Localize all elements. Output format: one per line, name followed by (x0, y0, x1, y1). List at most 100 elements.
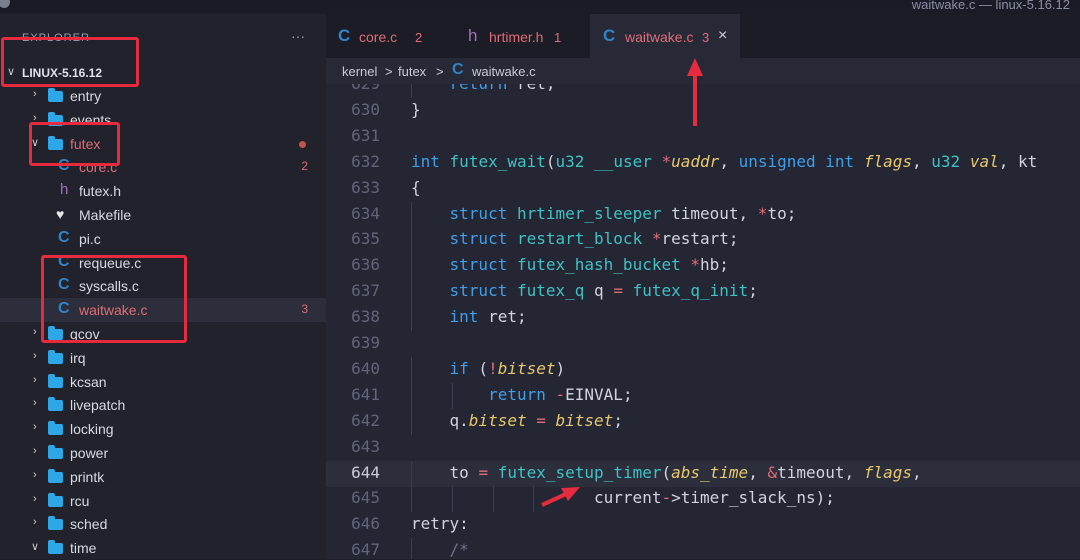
code-line[interactable]: 639 (326, 331, 1080, 357)
tree-item-label: pi.c (79, 230, 101, 247)
code-text: retry: (411, 514, 469, 534)
chevron-right-icon: › (33, 397, 37, 410)
chevron-right-icon: › (33, 349, 37, 362)
chevron-right-icon: > (436, 64, 444, 79)
line-number: 630 (351, 99, 380, 119)
tab-label: core.c (359, 29, 398, 45)
folder-icon (48, 492, 63, 507)
breadcrumb: kernel > futex > C waitwake.c (326, 58, 1080, 84)
tree-item-entry[interactable]: › entry (0, 84, 326, 108)
code-text: } (411, 99, 421, 119)
tree-item-rcu[interactable]: › rcu (0, 489, 326, 513)
code-line[interactable]: 638 int ret; (326, 305, 1080, 332)
tree-item-kcsan[interactable]: › kcsan (0, 370, 326, 394)
line-number: 635 (351, 229, 380, 249)
breadcrumb-futex[interactable]: futex (398, 64, 426, 79)
folder-icon (48, 516, 63, 531)
folder-icon (48, 445, 63, 459)
code-line[interactable]: 630} (326, 98, 1080, 124)
tree-item-locking[interactable]: › locking (0, 417, 326, 441)
tab-waitwake-c[interactable]: C waitwake.c 3 × (590, 14, 740, 58)
chevron-right-icon: › (33, 468, 37, 481)
code-line[interactable]: 629 return ret; (326, 84, 1080, 98)
code-line[interactable]: 640 if (!bitset) (326, 356, 1080, 383)
tree-item-Makefile[interactable]: ♥ Makefile (0, 203, 326, 227)
chevron-right-icon: > (385, 64, 393, 79)
breadcrumb-waitwake-c[interactable]: waitwake.c (472, 64, 536, 79)
code-line[interactable]: 637 struct futex_q q = futex_q_init; (326, 279, 1080, 306)
breadcrumb-kernel[interactable]: kernel (342, 64, 377, 79)
code-text: return -EINVAL; (488, 384, 633, 404)
tab-bar: C core.c 2 h hrtimer.h 1 C waitwake.c 3 … (326, 14, 1080, 58)
tree-item-irq[interactable]: › irq (0, 346, 326, 370)
code-line[interactable]: 631 (326, 124, 1080, 150)
more-actions-icon[interactable]: ··· (291, 28, 305, 44)
code-text: struct futex_q q = futex_q_init; (449, 281, 758, 301)
code-line[interactable]: 643 (326, 435, 1080, 461)
tab-label: waitwake.c (625, 29, 694, 45)
close-icon[interactable]: × (718, 27, 727, 45)
window-title: waitwake.c — linux-5.16.12 (911, 0, 1070, 12)
line-number: 646 (351, 514, 380, 534)
tree-item-label: kcsan (70, 373, 107, 390)
code-line[interactable]: 646 retry: (326, 512, 1080, 538)
problem-count: 3 (301, 302, 308, 317)
problem-count: 2 (301, 159, 308, 174)
line-number: 638 (351, 307, 380, 327)
modified-dot-icon (299, 140, 306, 148)
makefile-icon: ♥ (56, 206, 65, 222)
code-line[interactable]: 642 q.bitset = bitset; (326, 408, 1080, 435)
tree-item-futex-h[interactable]: h futex.h (0, 179, 326, 203)
code-line[interactable]: 633 { (326, 176, 1080, 202)
folder-icon (48, 88, 63, 102)
tree-item-label: power (70, 445, 109, 461)
code-text: { (411, 177, 421, 197)
line-number: 631 (351, 125, 380, 145)
line-number: 642 (351, 410, 380, 430)
c-file-icon: C (58, 228, 70, 246)
tree-item-printk[interactable]: › printk (0, 465, 326, 489)
folder-icon (48, 468, 63, 483)
tree-item-time[interactable]: ∨ time (0, 536, 326, 560)
window-control-icon[interactable] (0, 0, 10, 8)
tab-core-c[interactable]: C core.c 2 (326, 14, 458, 58)
code-line[interactable]: 636 struct futex_hash_bucket *hb; (326, 253, 1080, 280)
chevron-right-icon: › (33, 445, 37, 457)
tree-item-label: sched (70, 516, 108, 533)
line-number: 636 (351, 255, 380, 275)
tree-item-livepatch[interactable]: › livepatch (0, 393, 326, 417)
line-number: 644 (351, 462, 380, 482)
code-line[interactable]: 634 struct hrtimer_sleeper timeout, *to; (326, 201, 1080, 228)
code-editor[interactable]: 629 return ret;630}631632int futex_wait(… (326, 84, 1080, 559)
code-line[interactable]: 645 current->timer_slack_ns); (326, 486, 1080, 513)
annotation-box-workspace (1, 37, 139, 87)
code-line[interactable]: 635 struct restart_block *restart; (326, 227, 1080, 254)
tree-item-label: irq (70, 349, 86, 366)
problem-count: 3 (702, 30, 710, 45)
tree-item-label: locking (70, 421, 114, 438)
line-number: 647 (351, 540, 380, 559)
line-number: 640 (351, 358, 380, 378)
code-text: q.bitset = bitset; (411, 410, 623, 430)
code-line[interactable]: 641 return -EINVAL; (326, 382, 1080, 409)
code-text: return ret; (411, 84, 556, 93)
code-line[interactable]: 644 to = futex_setup_timer(abs_time, &ti… (326, 460, 1080, 487)
tree-item-label: rcu (70, 492, 90, 509)
folder-icon (48, 373, 63, 388)
tree-item-label: time (70, 540, 97, 557)
chevron-right-icon: › (33, 492, 37, 505)
tree-item-sched[interactable]: › sched (0, 512, 326, 536)
annotation-box-futex (29, 122, 120, 166)
tab-hrtimer-h[interactable]: h hrtimer.h 1 (458, 14, 590, 58)
code-line[interactable]: 632 int futex_wait(u32 __user *uaddr, uns… (326, 150, 1080, 176)
line-number: 645 (351, 488, 380, 508)
line-number: 641 (351, 384, 380, 404)
chevron-right-icon: › (33, 516, 37, 529)
chevron-right-icon: › (33, 88, 37, 100)
code-line[interactable]: 647 /* (326, 538, 1080, 559)
tree-item-power[interactable]: › power (0, 441, 326, 465)
chevron-down-icon: ∨ (31, 541, 40, 554)
line-number: 643 (351, 436, 380, 456)
tree-item-pi-c[interactable]: Cpi.c (0, 227, 326, 251)
code-text: /* (449, 540, 469, 559)
